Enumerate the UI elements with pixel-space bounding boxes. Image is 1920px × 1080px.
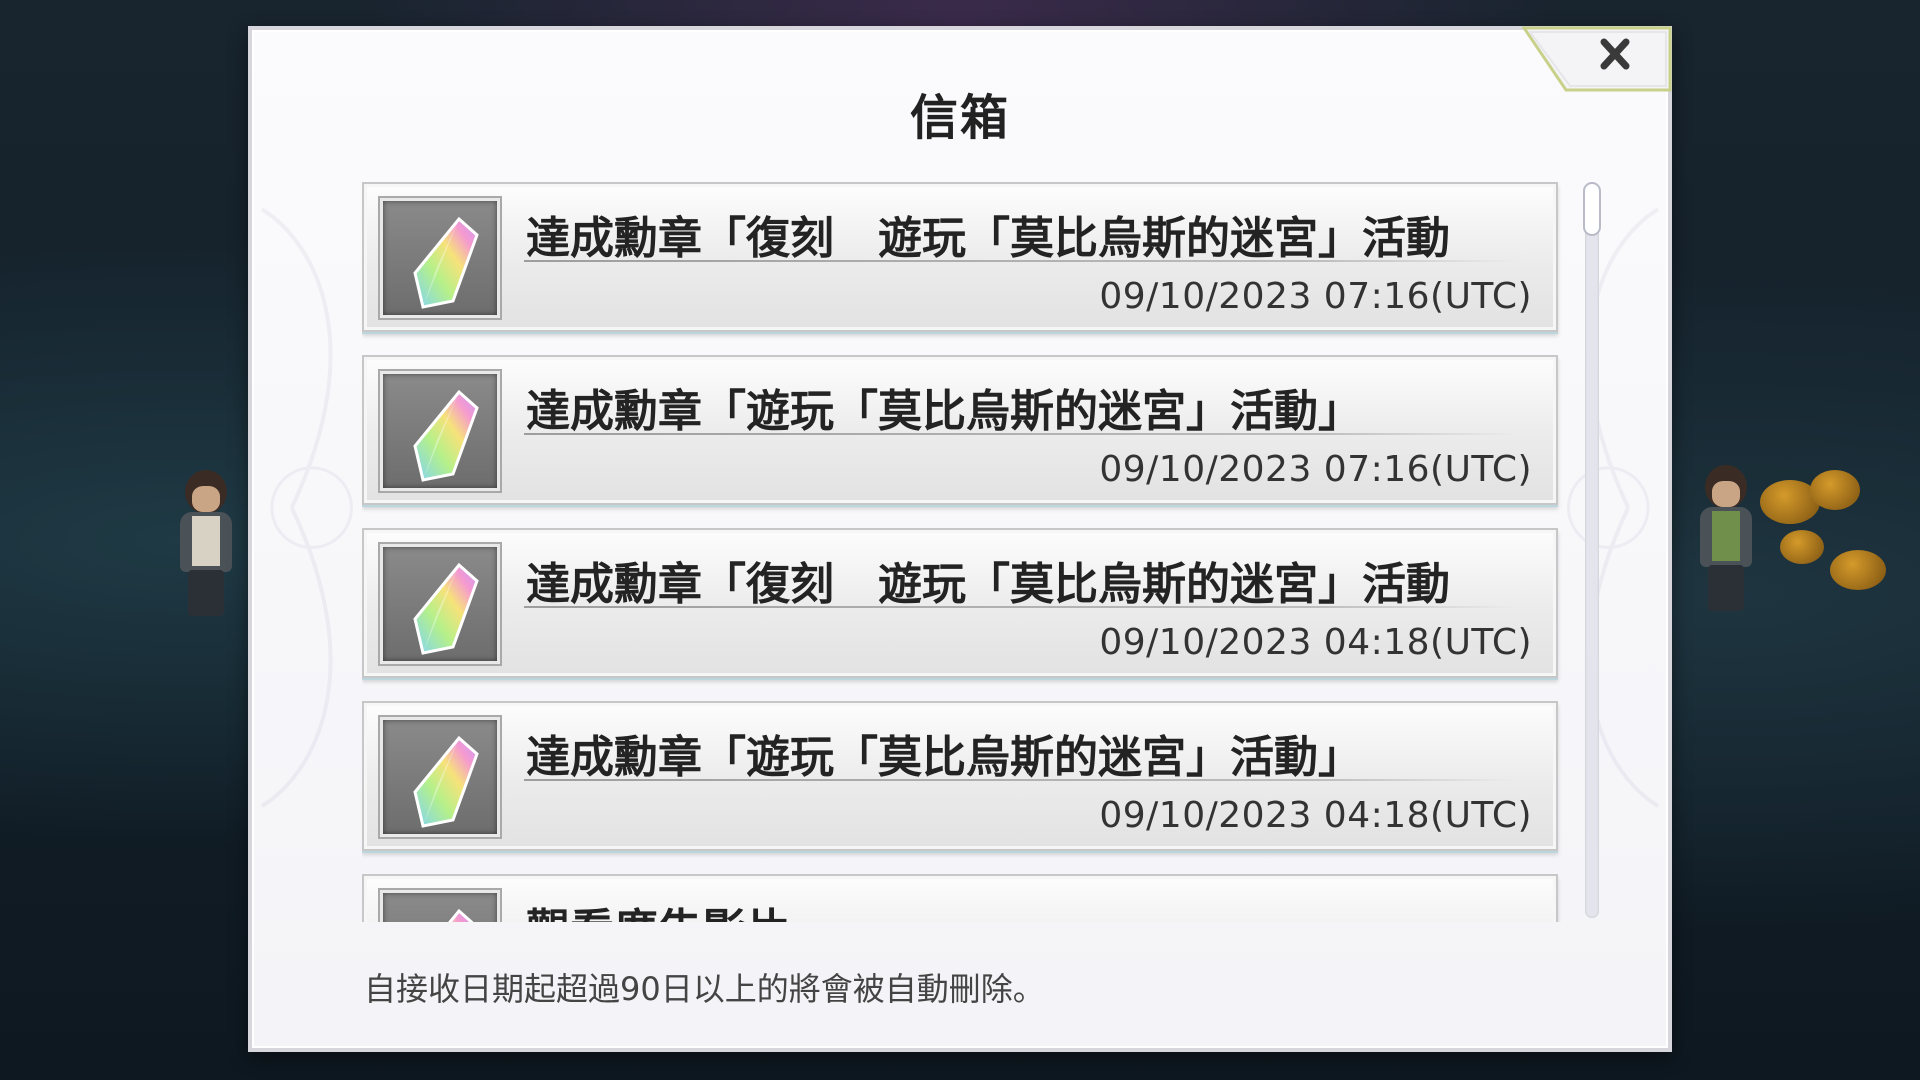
rainbow-crystal-icon <box>413 389 479 482</box>
mail-date: 09/10/2023 04:18(UTC) <box>1099 622 1532 663</box>
close-x-icon <box>1522 26 1672 92</box>
mailbox-dialog: 信箱 達成勳章「復刻 遊玩「莫比烏斯的迷宮」活動 09/10/2023 07:1… <box>248 26 1672 1052</box>
mail-title: 達成勳章「遊玩「莫比烏斯的迷宮」活動」 <box>526 732 1362 783</box>
mail-item[interactable]: 達成勳章「復刻 遊玩「莫比烏斯的迷宮」活動 09/10/2023 04:18(U… <box>362 528 1558 678</box>
mail-date: 09/10/2023 07:16(UTC) <box>1099 449 1532 490</box>
mail-title: 達成勳章「遊玩「莫比烏斯的迷宮」活動」 <box>526 386 1362 437</box>
divider <box>524 433 1516 435</box>
mail-item[interactable]: 達成勳章「遊玩「莫比烏斯的迷宮」活動」 09/10/2023 07:16(UTC… <box>362 355 1558 505</box>
mail-title: 觀看廣告影片 <box>526 894 790 922</box>
mail-list[interactable]: 達成勳章「復刻 遊玩「莫比烏斯的迷宮」活動 09/10/2023 07:16(U… <box>362 182 1562 922</box>
item-icon-frame <box>378 369 502 493</box>
background-character-left <box>170 470 240 620</box>
game-scene: 信箱 達成勳章「復刻 遊玩「莫比烏斯的迷宮」活動 09/10/2023 07:1… <box>0 0 1920 1080</box>
divider <box>524 779 1516 781</box>
item-icon-frame <box>378 715 502 839</box>
rainbow-crystal-icon <box>413 216 479 309</box>
background-barrels <box>1740 470 1900 600</box>
mail-title: 達成勳章「復刻 遊玩「莫比烏斯的迷宮」活動 <box>526 559 1450 610</box>
item-icon-frame <box>378 196 502 320</box>
mail-title: 達成勳章「復刻 遊玩「莫比烏斯的迷宮」活動 <box>526 213 1450 264</box>
mail-item[interactable]: 達成勳章「遊玩「莫比烏斯的迷宮」活動」 09/10/2023 04:18(UTC… <box>362 701 1558 851</box>
mail-date: 09/10/2023 04:18(UTC) <box>1099 795 1532 836</box>
mail-date: 09/10/2023 07:16(UTC) <box>1099 276 1532 317</box>
rainbow-crystal-icon <box>413 562 479 655</box>
rainbow-crystal-icon <box>413 735 479 828</box>
mail-item[interactable]: 達成勳章「復刻 遊玩「莫比烏斯的迷宮」活動 09/10/2023 07:16(U… <box>362 182 1558 332</box>
divider <box>524 260 1516 262</box>
scrollbar-thumb[interactable] <box>1583 182 1601 236</box>
auto-delete-notice: 自接收日期起超過90日以上的將會被自動刪除。 <box>364 970 1045 1008</box>
mail-item[interactable]: 觀看廣告影片 <box>362 874 1558 922</box>
divider <box>524 606 1516 608</box>
item-icon-frame <box>378 542 502 666</box>
scrollbar-track[interactable] <box>1583 182 1601 918</box>
item-icon-frame <box>378 888 502 922</box>
dialog-title: 信箱 <box>909 90 1010 146</box>
rainbow-crystal-icon <box>448 908 474 922</box>
close-button[interactable] <box>1522 26 1672 92</box>
